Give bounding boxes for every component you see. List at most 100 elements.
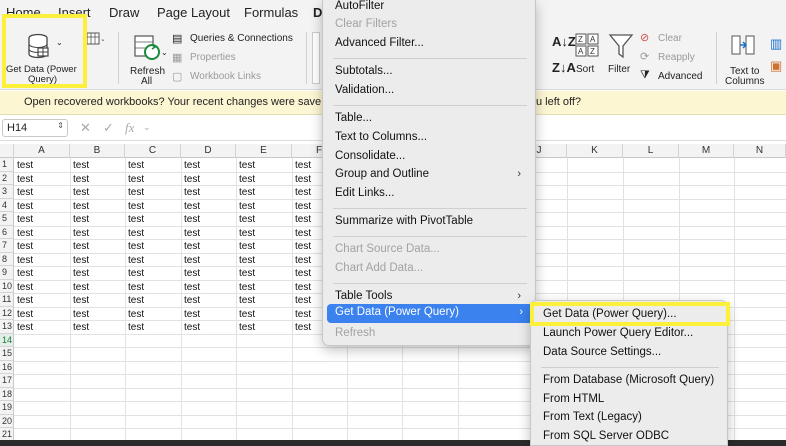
menu-item-consolidate[interactable]: Consolidate... [323, 150, 535, 168]
cell-f8[interactable]: test [295, 254, 311, 267]
cell-a8[interactable]: test [17, 254, 33, 267]
cell-e11[interactable]: test [239, 294, 255, 307]
name-box[interactable]: H14 ⇕ [2, 119, 68, 137]
cell-c12[interactable]: test [128, 308, 144, 321]
cell-c8[interactable]: test [128, 254, 144, 267]
column-header-d[interactable]: D [181, 144, 236, 158]
row-header-4[interactable]: 4 [0, 198, 14, 212]
submenu-item-data-source-settings[interactable]: Data Source Settings... [543, 346, 661, 358]
column-header-e[interactable]: E [236, 144, 292, 158]
row-header-3[interactable]: 3 [0, 185, 14, 199]
cell-c1[interactable]: test [128, 159, 144, 172]
row-header-14[interactable]: 14 [0, 333, 14, 347]
row-header-10[interactable]: 10 [0, 279, 14, 293]
flash-fill-icon[interactable]: ▥ [770, 36, 782, 52]
cell-d9[interactable]: test [184, 267, 200, 280]
advanced-filter-button[interactable]: ⧩ Advanced [640, 69, 706, 84]
column-header-b[interactable]: B [70, 144, 125, 158]
tab-formulas[interactable]: Formulas [244, 5, 298, 20]
row-header-12[interactable]: 12 [0, 306, 14, 320]
tab-data[interactable]: D [313, 5, 322, 20]
submenu-item-from-sql-server-odbc[interactable]: From SQL Server ODBC [543, 430, 669, 442]
cell-b13[interactable]: test [73, 321, 89, 334]
row-header-5[interactable]: 5 [0, 212, 14, 226]
remove-duplicates-icon[interactable]: ▣ [770, 58, 782, 74]
cell-a6[interactable]: test [17, 227, 33, 240]
cell-e6[interactable]: test [239, 227, 255, 240]
queries-connections-button[interactable]: ▤ Queries & Connections [172, 32, 298, 46]
cell-a7[interactable]: test [17, 240, 33, 253]
menu-item-summarize-with-pivottable[interactable]: Summarize with PivotTable [323, 215, 535, 233]
cell-a5[interactable]: test [17, 213, 33, 226]
cell-d12[interactable]: test [184, 308, 200, 321]
cell-a4[interactable]: test [17, 200, 33, 213]
cell-c13[interactable]: test [128, 321, 144, 334]
refresh-all-button[interactable]: ⌄ Refresh All [124, 30, 170, 87]
cell-a1[interactable]: test [17, 159, 33, 172]
cell-d11[interactable]: test [184, 294, 200, 307]
cell-d10[interactable]: test [184, 281, 200, 294]
chevron-down-icon[interactable]: ⌄ [143, 122, 151, 133]
row-header-17[interactable]: 17 [0, 374, 14, 388]
cell-b12[interactable]: test [73, 308, 89, 321]
row-header-18[interactable]: 18 [0, 387, 14, 401]
sort-descending-icon[interactable]: Z↓A [552, 60, 576, 75]
cell-c4[interactable]: test [128, 200, 144, 213]
cell-d6[interactable]: test [184, 227, 200, 240]
cell-e5[interactable]: test [239, 213, 255, 226]
row-header-21[interactable]: 21 [0, 428, 14, 440]
cell-d8[interactable]: test [184, 254, 200, 267]
cell-f1[interactable]: test [295, 159, 311, 172]
menu-item-advanced-filter[interactable]: Advanced Filter... [323, 37, 535, 55]
cell-b3[interactable]: test [73, 186, 89, 199]
cell-c6[interactable]: test [128, 227, 144, 240]
menu-item-text-to-columns[interactable]: Text to Columns... [323, 131, 535, 149]
cell-b1[interactable]: test [73, 159, 89, 172]
cell-d1[interactable]: test [184, 159, 200, 172]
cell-d3[interactable]: test [184, 186, 200, 199]
cell-d7[interactable]: test [184, 240, 200, 253]
reapply-button[interactable]: ⟳ Reapply [640, 51, 700, 65]
cell-b8[interactable]: test [73, 254, 89, 267]
cell-a10[interactable]: test [17, 281, 33, 294]
sort-button[interactable]: Z A A Z Sort [574, 30, 600, 82]
cell-e13[interactable]: test [239, 321, 255, 334]
cell-d5[interactable]: test [184, 213, 200, 226]
cell-f7[interactable]: test [295, 240, 311, 253]
column-header-k[interactable]: K [567, 144, 623, 158]
menu-item-autofilter[interactable]: AutoFilter [323, 0, 535, 18]
submenu-item-from-database-microsoft-query[interactable]: From Database (Microsoft Query) [543, 374, 714, 386]
cell-e12[interactable]: test [239, 308, 255, 321]
menu-item-group-and-outline[interactable]: Group and Outline › [323, 168, 535, 186]
cell-c5[interactable]: test [128, 213, 144, 226]
cell-f11[interactable]: test [295, 294, 311, 307]
sort-ascending-icon[interactable]: A↓Z [552, 34, 576, 49]
formula-input[interactable] [160, 118, 320, 138]
cell-b4[interactable]: test [73, 200, 89, 213]
clear-button[interactable]: ⊘ Clear [640, 32, 690, 46]
row-header-13[interactable]: 13 [0, 320, 14, 334]
cell-f10[interactable]: test [295, 281, 311, 294]
cell-d2[interactable]: test [184, 173, 200, 186]
cell-b11[interactable]: test [73, 294, 89, 307]
column-header-c[interactable]: C [125, 144, 181, 158]
cell-c10[interactable]: test [128, 281, 144, 294]
row-header-1[interactable]: 1 [0, 158, 14, 172]
cell-e9[interactable]: test [239, 267, 255, 280]
cell-b2[interactable]: test [73, 173, 89, 186]
column-header-m[interactable]: M [679, 144, 734, 158]
cell-a11[interactable]: test [17, 294, 33, 307]
cell-a9[interactable]: test [17, 267, 33, 280]
enter-icon[interactable]: ✓ [103, 120, 114, 136]
cell-f5[interactable]: test [295, 213, 311, 226]
function-icon[interactable]: fx [125, 120, 134, 136]
cell-f3[interactable]: test [295, 186, 311, 199]
menu-item-validation[interactable]: Validation... [323, 84, 535, 102]
cell-f13[interactable]: test [295, 321, 311, 334]
text-to-columns-button[interactable]: Text to Columns [722, 30, 768, 87]
cell-b9[interactable]: test [73, 267, 89, 280]
row-header-9[interactable]: 9 [0, 266, 14, 280]
submenu-item-from-html[interactable]: From HTML [543, 393, 604, 405]
cell-f2[interactable]: test [295, 173, 311, 186]
submenu-item-launch-power-query-editor[interactable]: Launch Power Query Editor... [543, 327, 693, 339]
